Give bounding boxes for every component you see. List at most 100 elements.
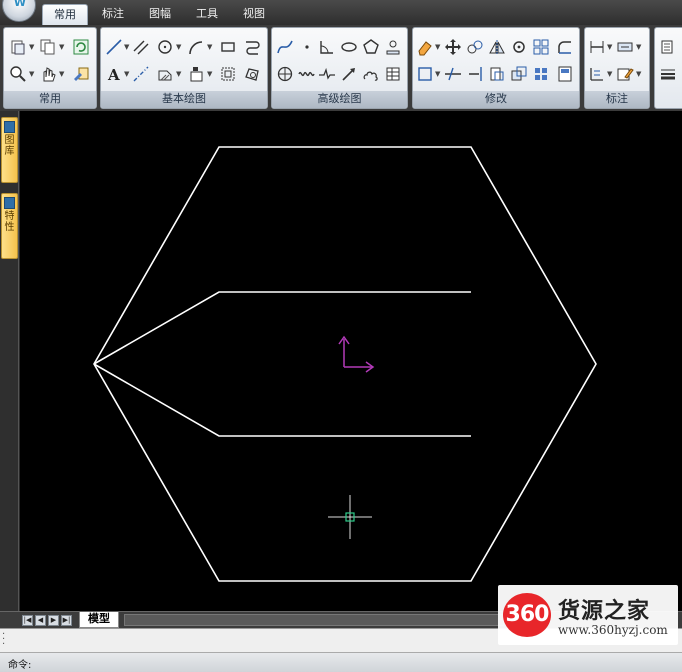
chevron-down-icon[interactable]: ▼ <box>124 65 130 83</box>
chevron-down-icon[interactable]: ▼ <box>176 65 182 83</box>
wedge-upper-edge[interactable] <box>93 291 471 365</box>
arc-icon[interactable] <box>187 38 205 56</box>
watermark-logo-badge: 360 <box>503 593 551 637</box>
panel-common: ▼ ▼ ▼ ▼ 常用 <box>3 27 97 109</box>
polyline-icon[interactable] <box>243 38 261 56</box>
properties-icon[interactable] <box>556 65 574 83</box>
trim-icon[interactable] <box>444 65 462 83</box>
chevron-down-icon[interactable]: ▼ <box>435 38 441 56</box>
application-menu-button[interactable]: W <box>2 0 36 22</box>
panel-dimension: ▼ ▼ ▼ ▼ 标注 <box>584 27 650 109</box>
rotate-icon[interactable] <box>510 38 528 56</box>
array-icon[interactable] <box>532 38 550 56</box>
tab-shitu[interactable]: 视图 <box>233 4 275 25</box>
chevron-down-icon[interactable]: ▼ <box>607 38 613 56</box>
match-properties-icon[interactable] <box>72 65 90 83</box>
chevron-down-icon[interactable]: ▼ <box>29 65 35 83</box>
hexagon-outline[interactable] <box>93 146 597 582</box>
explode-icon[interactable] <box>532 65 550 83</box>
extend-icon[interactable] <box>466 65 484 83</box>
command-prompt: 命令: <box>8 660 32 671</box>
chevron-down-icon[interactable]: ▼ <box>207 65 213 83</box>
ellipse-icon[interactable] <box>340 38 358 56</box>
linear-dimension-icon[interactable] <box>588 38 606 56</box>
wedge-lower-edge[interactable] <box>93 363 471 437</box>
grip-handle-icon[interactable]: · · · <box>2 630 8 650</box>
palette-tab-properties[interactable]: 特性 <box>1 193 18 259</box>
user-block-icon[interactable] <box>384 38 402 56</box>
centerline-icon[interactable] <box>132 65 150 83</box>
pan-icon[interactable] <box>39 65 57 83</box>
chevron-down-icon[interactable]: ▼ <box>29 38 35 56</box>
tab-tufu[interactable]: 图幅 <box>139 4 181 25</box>
cad-application-window: W 常用 标注 图幅 工具 视图 ▼ ▼ ▼ ▼ 常用 ▼ ▼ ▼ A ▼ ▼ … <box>0 0 682 672</box>
circle-icon[interactable] <box>156 38 174 56</box>
regenerate-icon[interactable] <box>72 38 90 56</box>
dimension-style-icon[interactable] <box>616 38 634 56</box>
rectangle-icon[interactable] <box>219 38 237 56</box>
chevron-down-icon[interactable]: ▼ <box>435 65 441 83</box>
lineweight-icon[interactable] <box>659 65 677 83</box>
tab-gongju[interactable]: 工具 <box>186 4 228 25</box>
palette-tab-library[interactable]: 图库 <box>1 117 18 183</box>
offset-icon[interactable] <box>488 65 506 83</box>
chevron-down-icon[interactable]: ▼ <box>59 65 65 83</box>
region-icon[interactable] <box>243 65 261 83</box>
polygon-icon[interactable] <box>362 38 380 56</box>
move-icon[interactable] <box>444 38 462 56</box>
ucs-icon <box>338 335 375 373</box>
chevron-down-icon[interactable]: ▼ <box>207 38 213 56</box>
grid-block-icon[interactable] <box>219 65 237 83</box>
scale-icon[interactable] <box>510 65 528 83</box>
table-icon[interactable] <box>384 65 402 83</box>
previous-layout-button[interactable]: ◀ <box>35 615 46 626</box>
stretch-icon[interactable] <box>416 65 434 83</box>
line-icon[interactable] <box>105 38 123 56</box>
chevron-down-icon[interactable]: ▼ <box>636 65 642 83</box>
ordinate-dimension-icon[interactable] <box>588 65 606 83</box>
chevron-down-icon[interactable]: ▼ <box>176 38 182 56</box>
copy-object-icon[interactable] <box>466 38 484 56</box>
tab-changyong[interactable]: 常用 <box>42 4 88 25</box>
arrow-icon[interactable] <box>340 65 358 83</box>
chevron-down-icon[interactable]: ▼ <box>124 38 130 56</box>
tab-model[interactable]: 模型 <box>79 612 119 628</box>
mirror-icon[interactable] <box>488 38 506 56</box>
palette-tab-properties-label: 特性 <box>4 211 15 233</box>
parallel-line-icon[interactable] <box>132 38 150 56</box>
zoom-icon[interactable] <box>9 65 27 83</box>
text-icon[interactable]: A <box>105 65 123 83</box>
copy-icon[interactable] <box>39 38 57 56</box>
library-icon <box>4 121 15 133</box>
layer-properties-icon[interactable] <box>659 38 677 56</box>
next-layout-button[interactable]: ▶ <box>48 615 59 626</box>
chevron-down-icon[interactable]: ▼ <box>59 38 65 56</box>
chevron-down-icon[interactable]: ▼ <box>607 65 613 83</box>
app-logo-icon: W <box>13 0 27 9</box>
point-icon[interactable] <box>298 38 316 56</box>
panel-label-common: 常用 <box>4 91 96 108</box>
tab-biaozhu[interactable]: 标注 <box>92 4 134 25</box>
wave-line-icon[interactable] <box>298 65 316 83</box>
cloud-line-icon[interactable] <box>362 65 380 83</box>
hatch-globe-icon[interactable] <box>276 65 294 83</box>
svg-text:A: A <box>107 66 120 83</box>
paste-icon[interactable] <box>9 38 27 56</box>
first-layout-button[interactable]: |◀ <box>22 615 33 626</box>
fillet-icon[interactable] <box>556 38 574 56</box>
palette-tab-library-label: 图库 <box>4 135 15 157</box>
chevron-down-icon[interactable]: ▼ <box>636 38 642 56</box>
block-insert-icon[interactable] <box>187 65 205 83</box>
horizontal-scrollbar[interactable] <box>124 614 504 626</box>
eraser-icon[interactable] <box>416 38 434 56</box>
ribbon-body: ▼ ▼ ▼ ▼ 常用 ▼ ▼ ▼ A ▼ ▼ ▼ 基本绘图 高级绘图 ▼ ▼ 修… <box>0 25 682 111</box>
hatch-icon[interactable] <box>156 65 174 83</box>
site-watermark: 360 货源之家 www.360hyzj.com <box>498 585 678 645</box>
last-layout-button[interactable]: ▶| <box>61 615 72 626</box>
angle-dimension-icon[interactable] <box>318 38 336 56</box>
break-line-icon[interactable] <box>318 65 336 83</box>
spline-icon[interactable] <box>276 38 294 56</box>
drawing-canvas[interactable] <box>20 111 682 611</box>
status-bar: 命令: <box>0 652 682 672</box>
edit-dimension-icon[interactable] <box>616 65 634 83</box>
